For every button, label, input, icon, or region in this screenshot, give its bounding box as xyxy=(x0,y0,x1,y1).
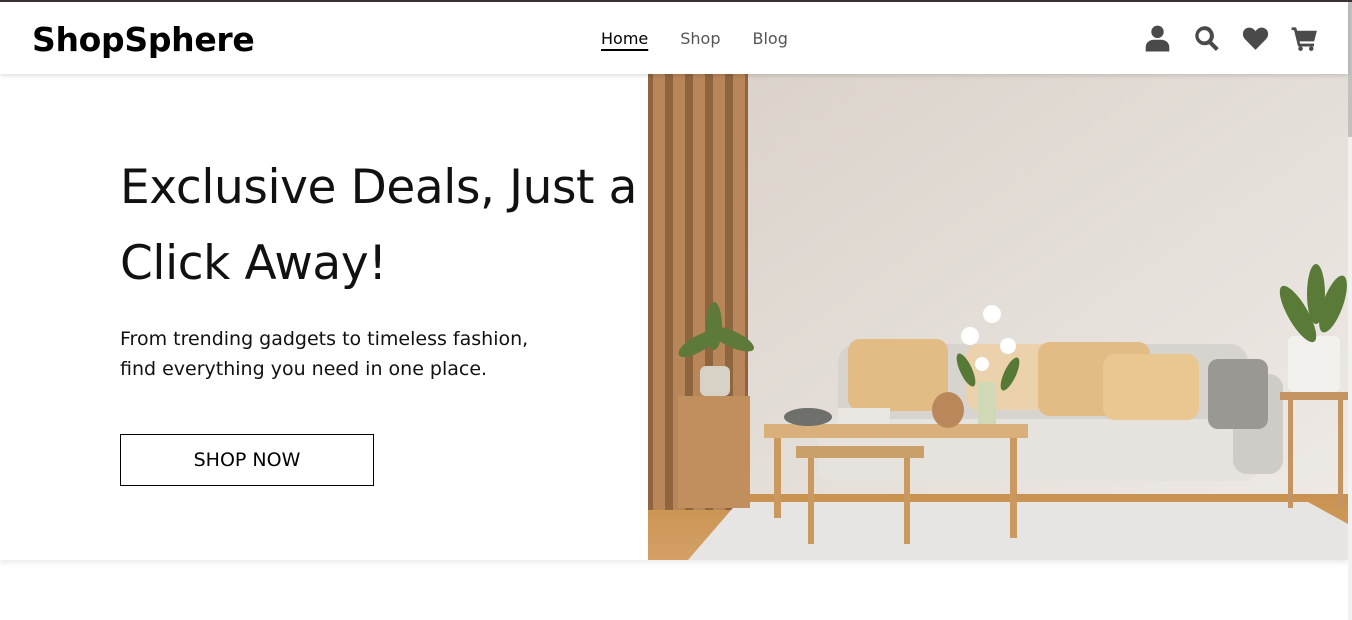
hero-subtitle: From trending gadgets to timeless fashio… xyxy=(120,328,529,380)
nav-shop-link[interactable]: Shop xyxy=(680,29,720,48)
hero-image xyxy=(648,74,1348,560)
hero-text: Exclusive Deals, Just a Click Away! From… xyxy=(120,150,640,486)
search-icon[interactable] xyxy=(1193,24,1220,52)
hero-section: Exclusive Deals, Just a Click Away! From… xyxy=(0,74,1348,560)
site-header: ShopSphere Home Shop Blog xyxy=(0,2,1348,74)
brand-logo[interactable]: ShopSphere xyxy=(32,20,255,59)
cart-icon[interactable] xyxy=(1291,24,1318,52)
page: ShopSphere Home Shop Blog Exclusive Deal… xyxy=(0,2,1348,620)
heart-icon[interactable] xyxy=(1242,24,1269,52)
header-icons xyxy=(1144,24,1318,52)
shop-now-button[interactable]: SHOP NOW xyxy=(120,434,374,486)
living-room-illustration xyxy=(648,74,1348,560)
scrollbar-thumb[interactable] xyxy=(1348,2,1352,137)
user-icon[interactable] xyxy=(1144,24,1171,52)
main-nav: Home Shop Blog xyxy=(601,29,788,48)
nav-blog-link[interactable]: Blog xyxy=(753,29,788,48)
hero-title: Exclusive Deals, Just a Click Away! xyxy=(120,160,638,291)
nav-home-link[interactable]: Home xyxy=(601,29,648,48)
